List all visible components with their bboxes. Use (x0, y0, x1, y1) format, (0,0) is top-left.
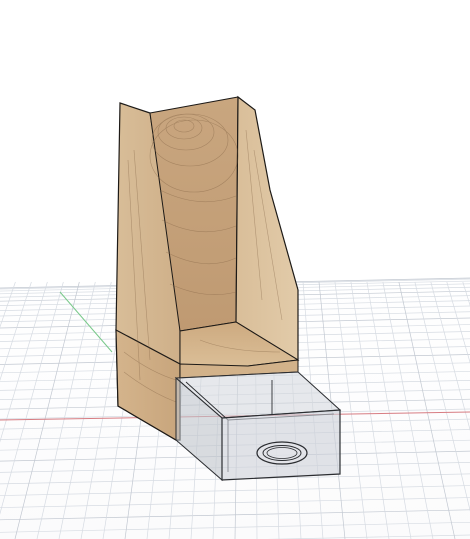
grid-line (350, 281, 390, 539)
3d-viewport[interactable] (0, 0, 470, 539)
grid-line (446, 281, 470, 364)
grid-line (0, 281, 16, 328)
model-canvas[interactable] (0, 0, 470, 539)
grid-line (0, 497, 470, 508)
grid-line (462, 281, 470, 307)
transparent-drawer[interactable] (174, 371, 342, 482)
grid-line (430, 281, 470, 432)
grid-line (0, 281, 48, 443)
grid-line (0, 485, 470, 496)
grid-line (0, 281, 32, 382)
grid-line (414, 281, 470, 512)
round-pull-icon[interactable] (256, 441, 308, 465)
y-axis-line (59, 291, 113, 353)
